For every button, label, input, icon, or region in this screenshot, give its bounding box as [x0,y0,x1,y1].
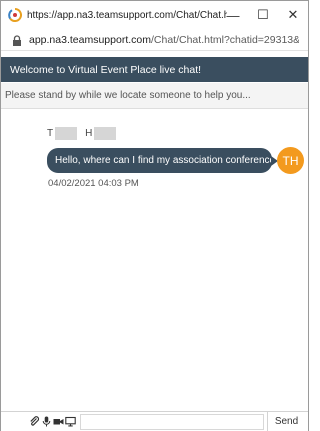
message-timestamp: 04/02/2021 04:03 PM [48,178,139,189]
redacted-name-block [55,127,78,140]
browser-icon [8,8,22,22]
sender-last-initial: H [85,128,93,139]
message-bubble: Hello, where can I find my association c… [47,148,281,173]
close-button[interactable]: ✕ [278,1,308,29]
avatar: TH [277,147,304,174]
sender-name: T H [47,126,117,141]
maximize-button[interactable]: ☐ [248,1,278,29]
lock-icon [12,34,22,46]
url-host: app.na3.teamsupport.com [29,33,151,46]
standby-notice: Please stand by while we locate someone … [1,83,308,109]
window-title: https://app.na3.teamsupport.com/Chat/Cha… [27,9,227,21]
screen-share-icon[interactable] [65,416,76,428]
url-text: app.na3.teamsupport.com/Chat/Chat.html?c… [29,34,299,46]
mic-icon[interactable] [41,416,52,428]
composer-bar: Send [1,411,308,431]
welcome-header: Welcome to Virtual Event Place live chat… [1,57,308,82]
composer-tools [29,416,77,428]
video-icon[interactable] [53,416,64,428]
message-input[interactable] [80,414,264,430]
address-bar[interactable]: app.na3.teamsupport.com/Chat/Chat.html?c… [1,29,308,51]
title-bar: https://app.na3.teamsupport.com/Chat/Cha… [1,1,308,29]
redacted-name-block [94,127,117,140]
minimize-button[interactable]: — [218,1,248,29]
chat-window: https://app.na3.teamsupport.com/Chat/Cha… [0,0,309,431]
sender-first-initial: T [47,128,54,139]
message-list: T H Hello, where can I find my associati… [1,109,308,409]
send-button[interactable]: Send [267,412,305,431]
attach-icon[interactable] [29,416,40,428]
url-path: /Chat/Chat.html?chatid=29313&pid... [151,33,299,46]
